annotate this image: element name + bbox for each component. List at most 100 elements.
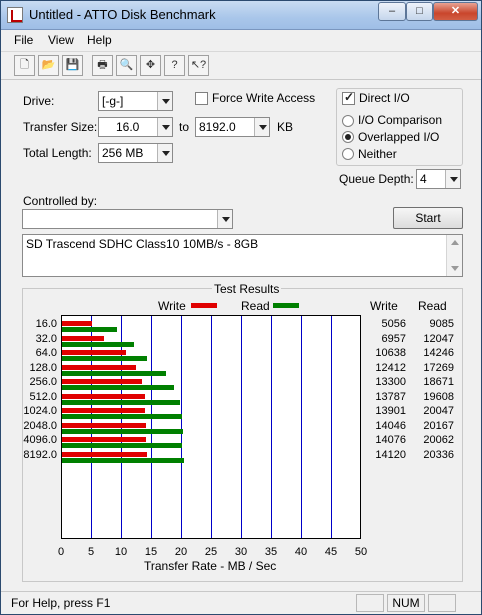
read-legend-label: Read [241,299,270,313]
read-value: 20062 [423,434,454,446]
save-icon[interactable]: 💾 [62,55,83,76]
status-help-text: For Help, press F1 [11,596,111,610]
minimize-button[interactable]: – [378,2,406,21]
description-field[interactable]: SD Trascend SDHC Class10 10MB/s - 8GB [22,234,463,277]
read-value: 20336 [423,448,454,461]
grid-line [181,316,182,538]
transfer-from-select[interactable]: 16.0 [98,117,173,137]
y-tick-label: 32.0 [35,332,57,345]
io-comparison-radio[interactable] [342,115,354,127]
chevron-down-icon[interactable] [157,92,172,110]
drive-select[interactable]: [-g-] [98,91,173,111]
transfer-to-value: 8192.0 [199,120,236,134]
print-icon[interactable]: 🖶 [92,55,113,76]
neither-radio[interactable] [342,148,354,160]
read-bar [62,457,185,463]
description-scrollbar[interactable] [446,235,462,276]
context-help-icon[interactable]: ↖? [188,55,209,76]
controlled-by-select[interactable] [22,209,233,229]
transfer-to-select[interactable]: 8192.0 [195,117,270,137]
force-write-label: Force Write Access [212,91,316,105]
scroll-up-icon[interactable] [451,240,459,245]
read-column-header: Read [418,299,447,313]
x-tick-label: 30 [234,546,248,558]
x-tick-label: 15 [144,546,158,558]
toolbar: 🗋 📂 💾 🖶 🔍 ✥ ? ↖? [1,52,481,80]
scroll-down-icon[interactable] [451,266,459,271]
y-tick-label: 256.0 [29,376,57,388]
read-bar [62,414,183,419]
overlapped-io-radio[interactable] [342,131,354,143]
grid-line [211,316,212,538]
y-tick-label: 4096.0 [23,434,57,446]
y-tick-label: 8192.0 [23,448,57,461]
chevron-down-icon[interactable] [254,118,269,136]
chevron-down-icon[interactable] [445,170,460,188]
write-bar [62,321,93,326]
y-tick-label: 2048.0 [23,419,57,432]
queue-depth-select[interactable]: 4 [416,169,461,189]
help-icon[interactable]: ? [164,55,185,76]
transfer-size-label: Transfer Size: [23,120,98,134]
kb-label: KB [277,120,294,134]
write-legend-label: Write [158,299,186,313]
to-label: to [179,120,190,134]
write-value: 13901 [375,405,406,417]
menu-bar: File View Help [1,30,481,52]
controlled-by-label: Controlled by: [23,194,98,208]
write-value: 13787 [375,390,406,403]
read-value: 20047 [423,405,454,417]
write-value: 14076 [375,434,406,446]
read-value: 14246 [423,347,454,359]
write-value: 14046 [375,419,406,432]
status-num-indicator: NUM [387,594,425,612]
x-tick-label: 35 [264,546,278,558]
read-bar [62,341,135,347]
read-bar [62,428,183,434]
open-folder-icon[interactable]: 📂 [38,55,59,76]
app-window: Untitled - ATTO Disk Benchmark – □ ✕ Fil… [0,0,482,615]
total-length-select[interactable]: 256 MB [98,143,173,163]
direct-io-label: Direct I/O [359,91,410,105]
write-value: 13300 [375,376,406,388]
print-preview-icon[interactable]: 🔍 [116,55,137,76]
menu-view[interactable]: View [48,33,74,47]
grid-line [271,316,272,538]
x-tick-label: 40 [294,546,308,558]
move-icon[interactable]: ✥ [140,55,161,76]
results-title: Test Results [212,282,282,296]
write-bar [62,350,126,355]
write-column-header: Write [370,299,398,313]
read-bar [62,385,175,390]
force-write-checkbox[interactable] [195,92,208,105]
write-value: 12412 [375,361,406,374]
direct-io-checkbox[interactable] [342,90,355,105]
read-value: 18671 [423,376,454,388]
menu-help[interactable]: Help [87,33,112,47]
read-bar [62,399,180,405]
new-doc-icon[interactable]: 🗋 [14,55,35,76]
total-length-label: Total Length: [23,146,92,160]
read-bar [62,370,166,376]
chevron-down-icon[interactable] [157,144,172,162]
write-value: 14120 [375,448,406,461]
y-tick-label: 16.0 [35,318,57,330]
y-tick-label: 512.0 [29,390,57,403]
write-bar [62,379,142,384]
chevron-down-icon[interactable] [157,118,172,136]
write-value: 6957 [381,332,406,345]
start-button[interactable]: Start [393,207,463,229]
menu-file[interactable]: File [14,33,33,47]
maximize-button[interactable]: □ [406,2,433,21]
total-length-value: 256 MB [102,146,144,160]
grid-line [301,316,302,538]
chevron-down-icon[interactable] [217,210,232,228]
queue-depth-label: Queue Depth: [339,172,414,186]
x-tick-label: 45 [324,546,338,558]
read-bar [62,327,117,332]
close-button[interactable]: ✕ [433,2,478,21]
x-tick-label: 5 [87,546,95,558]
grid-line [151,316,152,538]
app-icon [7,7,23,23]
title-bar[interactable]: Untitled - ATTO Disk Benchmark – □ ✕ [1,1,481,30]
